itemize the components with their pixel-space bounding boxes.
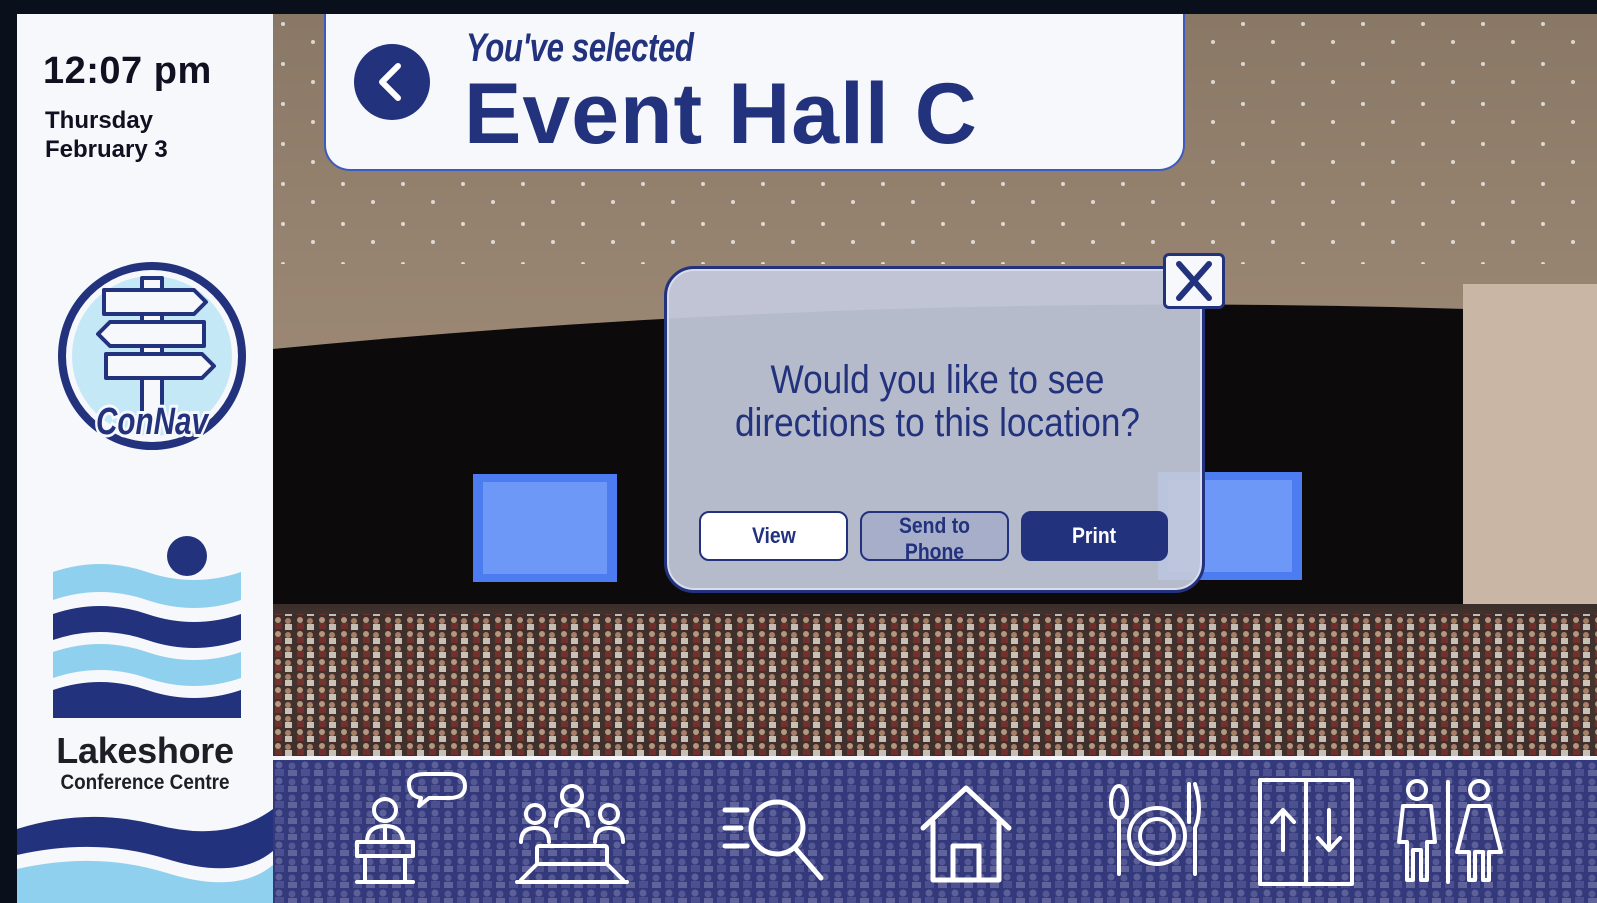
location-title: Event Hall C <box>464 66 978 162</box>
nav-speakers-button[interactable] <box>343 770 473 900</box>
date-label: February 3 <box>45 136 168 163</box>
close-icon <box>1176 261 1212 301</box>
dialog-question-line2: directions to this location? <box>734 401 1141 445</box>
connav-logo-text: ConNav <box>96 401 210 443</box>
sidebar-wave-decoration <box>17 809 273 903</box>
back-button[interactable] <box>354 44 430 120</box>
send-to-phone-button[interactable]: Send to Phone <box>860 511 1009 564</box>
speaker-podium-icon <box>355 772 467 884</box>
send-to-phone-label: Send to Phone <box>898 513 970 564</box>
connav-logo: ConNav <box>58 262 246 450</box>
venue-name: Lakeshore <box>56 730 234 771</box>
close-dialog-button[interactable] <box>1163 253 1225 309</box>
dialog-question-line1: Would you like to see <box>770 358 1105 402</box>
nav-home-button[interactable] <box>901 770 1031 900</box>
chevron-left-icon <box>379 63 401 101</box>
date-display: Thursday February 3 <box>45 106 168 164</box>
dining-icon <box>1109 782 1201 876</box>
view-button[interactable]: View <box>699 511 848 561</box>
bottom-navigation <box>273 756 1597 903</box>
restrooms-icon <box>1397 779 1503 884</box>
weekday-label: Thursday <box>45 107 154 134</box>
nav-dining-button[interactable] <box>1089 770 1219 900</box>
clock-time: 12:07 pm <box>43 50 212 92</box>
sidebar: 12:07 pm Thursday February 3 ConNav Lake… <box>17 14 273 903</box>
print-button[interactable]: Print <box>1021 511 1168 561</box>
venue-subtitle: Conference Centre <box>60 771 230 794</box>
nav-elevator-button[interactable] <box>1236 770 1366 900</box>
nav-restrooms-button[interactable] <box>1383 770 1513 900</box>
elevator-icon <box>1258 778 1354 886</box>
selection-header: You've selected Event Hall C <box>324 14 1185 171</box>
selected-label: You've selected <box>466 26 694 70</box>
home-icon <box>920 785 1012 883</box>
view-button-label: View <box>751 523 796 548</box>
kiosk-screen: 12:07 pm Thursday February 3 ConNav Lake… <box>0 0 1597 903</box>
directions-dialog: Would you like to see directions to this… <box>664 253 1225 593</box>
lakeshore-logo <box>53 536 241 718</box>
meeting-room-icon <box>515 784 629 884</box>
nav-meeting-rooms-button[interactable] <box>507 770 637 900</box>
search-list-icon <box>722 799 824 881</box>
dialog-question: Would you like to see directions to this… <box>699 359 1175 445</box>
print-button-label: Print <box>1072 523 1117 548</box>
nav-search-button[interactable] <box>711 770 841 900</box>
